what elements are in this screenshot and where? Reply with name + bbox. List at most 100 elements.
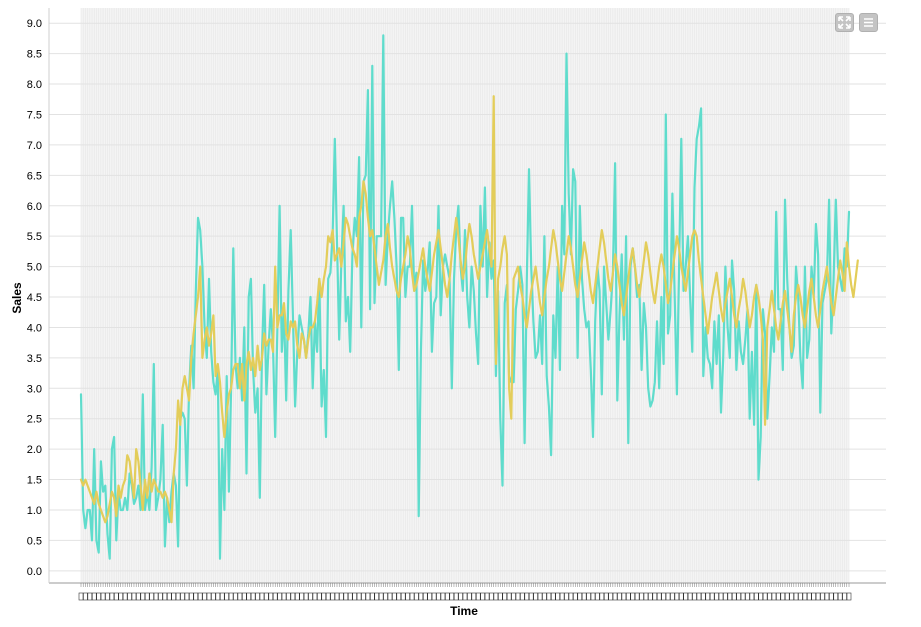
x-tick-label	[445, 592, 450, 601]
x-tick-label	[520, 592, 525, 601]
x-tick-label	[595, 592, 600, 601]
x-tick-label	[330, 592, 335, 601]
x-tick-label	[762, 592, 768, 601]
expand-button[interactable]	[835, 13, 854, 32]
x-tick-label	[246, 592, 252, 601]
x-tick-label	[131, 592, 137, 601]
x-tick-label	[480, 592, 485, 601]
x-tick-label	[820, 592, 825, 601]
x-tick-label	[533, 592, 538, 601]
x-tick-label	[250, 592, 256, 601]
x-tick-label	[383, 592, 388, 601]
x-tick-label	[453, 592, 459, 601]
chart-toolbar	[835, 13, 878, 32]
x-tick-label	[259, 592, 265, 601]
x-tick-label	[171, 592, 176, 601]
x-tick-label	[502, 592, 508, 601]
x-tick-label	[484, 592, 490, 601]
x-tick-label	[277, 592, 282, 601]
x-tick-label	[793, 592, 799, 601]
x-tick-label	[590, 592, 596, 601]
x-tick-label	[118, 592, 124, 601]
x-tick-label	[573, 592, 578, 601]
x-tick-label	[714, 592, 719, 601]
x-tick-label	[626, 592, 631, 601]
x-tick-label	[105, 592, 110, 601]
x-tick-label	[127, 592, 132, 601]
x-tick-label	[846, 592, 852, 601]
x-tick-label	[639, 592, 644, 601]
x-tick-label	[396, 592, 402, 601]
y-tick-label: 7.5	[27, 109, 42, 121]
x-tick-label	[339, 592, 344, 601]
x-tick-label	[555, 592, 560, 601]
x-tick-labels	[78, 583, 852, 601]
x-tick-label	[806, 592, 812, 601]
x-tick-label	[228, 592, 234, 601]
y-tick-label: 0.0	[27, 566, 42, 578]
x-tick-label	[414, 592, 419, 601]
x-tick-label	[144, 592, 150, 601]
x-tick-label	[489, 592, 494, 601]
x-tick-label	[325, 592, 331, 601]
x-tick-label	[736, 592, 741, 601]
x-tick-label	[422, 592, 428, 601]
x-tick-label	[784, 592, 790, 601]
x-tick-label	[100, 592, 106, 601]
x-tick-label	[299, 592, 304, 601]
x-tick-label	[537, 592, 543, 601]
menu-button[interactable]	[859, 13, 878, 32]
x-tick-label	[758, 592, 764, 601]
x-tick-label	[458, 592, 463, 601]
x-tick-label	[114, 592, 119, 601]
x-tick-label	[352, 592, 357, 601]
x-tick-label	[462, 592, 468, 601]
x-tick-label	[175, 592, 181, 601]
x-tick-label	[264, 592, 269, 601]
x-tick-label	[166, 592, 172, 601]
x-tick-label	[153, 592, 159, 601]
x-tick-label	[811, 592, 816, 601]
x-tick-label	[321, 592, 327, 601]
x-tick-label	[630, 592, 636, 601]
y-tick-label: 7.0	[27, 140, 42, 152]
x-tick-label	[467, 592, 472, 601]
y-tick-label: 9.0	[27, 18, 42, 30]
x-tick-label	[581, 592, 587, 601]
x-tick-label	[634, 592, 640, 601]
x-tick-label	[670, 592, 675, 601]
line-chart: 0.0 0.5 1.0 1.5 2.0 2.5 3.0 3.5 4.0 4.5 5.0 5.5 6.0 6…	[10, 8, 886, 618]
x-tick-label	[705, 592, 711, 601]
x-tick-label	[718, 592, 724, 601]
y-tick-label: 1.0	[27, 505, 42, 517]
x-tick-label	[233, 592, 238, 601]
x-tick-label	[294, 592, 300, 601]
x-tick-label	[206, 592, 212, 601]
x-tick-label	[242, 592, 247, 601]
y-tick-label: 2.5	[27, 414, 42, 426]
x-tick-label	[197, 592, 203, 601]
x-tick-label	[356, 592, 362, 601]
x-tick-label	[603, 592, 609, 601]
x-tick-label	[837, 592, 843, 601]
x-tick-label	[409, 592, 415, 601]
x-tick-label	[678, 592, 684, 601]
y-tick-label: 0.5	[27, 535, 42, 547]
y-tick-label: 6.5	[27, 170, 42, 182]
x-tick-label	[158, 592, 163, 601]
x-tick-label	[347, 592, 353, 601]
x-tick-label	[683, 592, 688, 601]
x-tick-label	[255, 592, 260, 601]
x-tick-label	[224, 592, 229, 601]
x-tick-label	[281, 592, 287, 601]
y-tick-label: 8.0	[27, 79, 42, 91]
x-tick-label	[656, 592, 662, 601]
x-tick-label	[833, 592, 839, 601]
y-tick-label: 2.0	[27, 444, 42, 456]
x-tick-label	[215, 592, 221, 601]
x-tick-label	[400, 592, 406, 601]
x-tick-label	[776, 592, 781, 601]
x-tick-label	[550, 592, 556, 601]
x-tick-label	[418, 592, 424, 601]
x-tick-label	[798, 592, 803, 601]
